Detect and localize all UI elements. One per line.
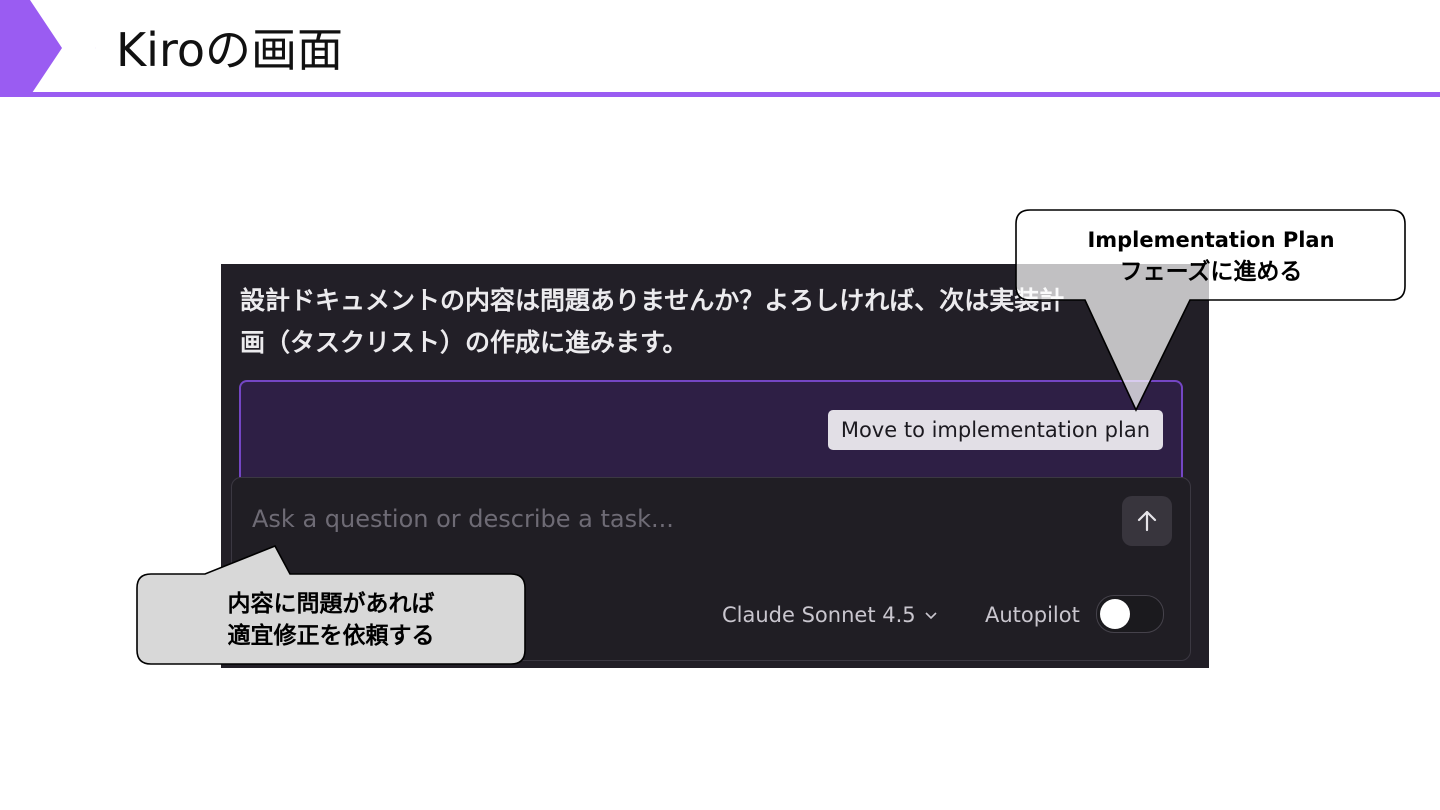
callout-top-line-2: フェーズに進める: [1119, 259, 1303, 285]
callout-bubbles: [136, 209, 1406, 665]
callout-bottom-line-1: 内容に問題があれば: [227, 591, 435, 617]
callout-bottom-line-2: 適宜修正を依頼する: [227, 623, 435, 649]
callout-top-line-1: Implementation Plan: [1087, 228, 1335, 252]
